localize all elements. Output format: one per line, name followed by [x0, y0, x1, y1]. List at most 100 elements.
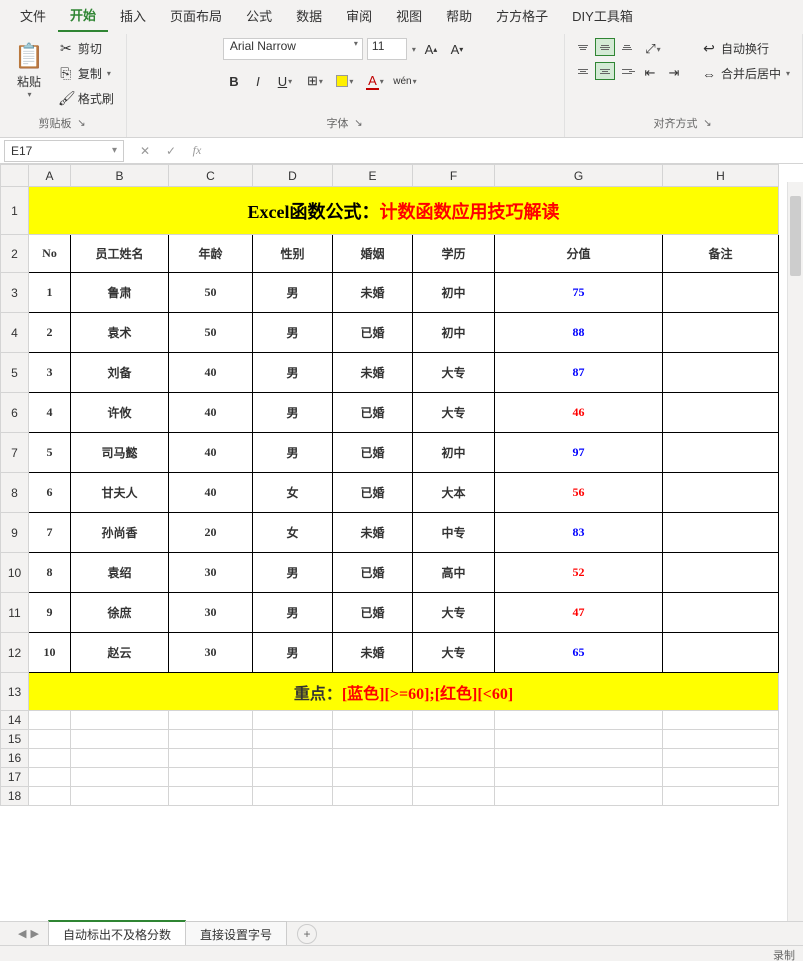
- row-header[interactable]: 2: [1, 235, 29, 273]
- row-header[interactable]: 10: [1, 553, 29, 593]
- align-center-button[interactable]: [595, 62, 615, 80]
- cell-gender[interactable]: 男: [253, 593, 333, 633]
- cell-score[interactable]: 56: [495, 473, 663, 513]
- empty-cell[interactable]: [495, 749, 663, 768]
- cell-no[interactable]: 3: [29, 353, 71, 393]
- empty-cell[interactable]: [71, 787, 169, 806]
- row-header[interactable]: 4: [1, 313, 29, 353]
- align-left-button[interactable]: [573, 62, 593, 80]
- italic-button[interactable]: I: [247, 70, 269, 92]
- empty-cell[interactable]: [495, 768, 663, 787]
- row-header[interactable]: 11: [1, 593, 29, 633]
- align-top-button[interactable]: [573, 38, 593, 56]
- row-header[interactable]: 6: [1, 393, 29, 433]
- column-header[interactable]: F: [413, 165, 495, 187]
- cell-education[interactable]: 大专: [413, 353, 495, 393]
- empty-cell[interactable]: [663, 730, 779, 749]
- cell-name[interactable]: 甘夫人: [71, 473, 169, 513]
- menu-help[interactable]: 帮助: [434, 0, 484, 31]
- cell-name[interactable]: 孙尚香: [71, 513, 169, 553]
- cell-education[interactable]: 初中: [413, 433, 495, 473]
- cell-marriage[interactable]: 已婚: [333, 393, 413, 433]
- row-header[interactable]: 7: [1, 433, 29, 473]
- cell-age[interactable]: 40: [169, 393, 253, 433]
- menu-formulas[interactable]: 公式: [234, 0, 284, 31]
- menu-page-layout[interactable]: 页面布局: [158, 0, 234, 31]
- increase-font-button[interactable]: A▴: [420, 38, 442, 60]
- cell-marriage[interactable]: 已婚: [333, 313, 413, 353]
- paste-button[interactable]: 📋 粘贴 ▾: [8, 38, 50, 103]
- formula-input[interactable]: [214, 140, 803, 162]
- font-name-select[interactable]: Arial Narrow▾: [223, 38, 363, 60]
- row-header[interactable]: 12: [1, 633, 29, 673]
- cell-remark[interactable]: [663, 593, 779, 633]
- column-header[interactable]: B: [71, 165, 169, 187]
- cell-remark[interactable]: [663, 553, 779, 593]
- column-header[interactable]: H: [663, 165, 779, 187]
- wrap-text-button[interactable]: ↩自动换行: [697, 38, 794, 59]
- cell-score[interactable]: 88: [495, 313, 663, 353]
- cell-remark[interactable]: [663, 633, 779, 673]
- menu-data[interactable]: 数据: [284, 0, 334, 31]
- accept-formula-button[interactable]: ✓: [162, 144, 180, 158]
- cell-age[interactable]: 40: [169, 433, 253, 473]
- empty-cell[interactable]: [413, 749, 495, 768]
- empty-cell[interactable]: [333, 768, 413, 787]
- cell-no[interactable]: 1: [29, 273, 71, 313]
- cell-education[interactable]: 大本: [413, 473, 495, 513]
- empty-cell[interactable]: [663, 711, 779, 730]
- name-box[interactable]: E17▾: [4, 140, 124, 162]
- cell-marriage[interactable]: 未婚: [333, 513, 413, 553]
- cell-name[interactable]: 许攸: [71, 393, 169, 433]
- row-header[interactable]: 9: [1, 513, 29, 553]
- orientation-button[interactable]: ⤢▾: [639, 38, 667, 60]
- add-sheet-button[interactable]: +: [297, 924, 317, 944]
- cell-no[interactable]: 2: [29, 313, 71, 353]
- cell-name[interactable]: 刘备: [71, 353, 169, 393]
- menu-home[interactable]: 开始: [58, 0, 108, 32]
- row-header[interactable]: 15: [1, 730, 29, 749]
- empty-cell[interactable]: [29, 730, 71, 749]
- empty-cell[interactable]: [253, 730, 333, 749]
- empty-cell[interactable]: [253, 787, 333, 806]
- cell-gender[interactable]: 男: [253, 633, 333, 673]
- cell-marriage[interactable]: 已婚: [333, 593, 413, 633]
- cell-score[interactable]: 97: [495, 433, 663, 473]
- empty-cell[interactable]: [71, 768, 169, 787]
- spreadsheet-grid[interactable]: A B C D E F G H 1 Excel函数公式：计数函数应用技巧解读 2…: [0, 164, 803, 894]
- cell-education[interactable]: 大专: [413, 633, 495, 673]
- empty-cell[interactable]: [413, 787, 495, 806]
- copy-button[interactable]: ⎘复制▾: [54, 63, 118, 84]
- cell-education[interactable]: 大专: [413, 593, 495, 633]
- cell-no[interactable]: 4: [29, 393, 71, 433]
- cell-gender[interactable]: 男: [253, 553, 333, 593]
- cell-score[interactable]: 83: [495, 513, 663, 553]
- format-painter-button[interactable]: 🖌格式刷: [54, 88, 118, 109]
- dialog-launcher-icon[interactable]: ↘: [75, 117, 87, 129]
- cell-education[interactable]: 大专: [413, 393, 495, 433]
- sheet-tab-1[interactable]: 自动标出不及格分数: [48, 920, 186, 947]
- empty-cell[interactable]: [71, 749, 169, 768]
- increase-indent-button[interactable]: ⇥: [663, 62, 685, 84]
- empty-cell[interactable]: [169, 768, 253, 787]
- menu-review[interactable]: 审阅: [334, 0, 384, 31]
- empty-cell[interactable]: [413, 768, 495, 787]
- dialog-launcher-icon[interactable]: ↘: [352, 117, 364, 129]
- empty-cell[interactable]: [333, 730, 413, 749]
- cell-no[interactable]: 8: [29, 553, 71, 593]
- empty-cell[interactable]: [169, 787, 253, 806]
- row-header[interactable]: 13: [1, 673, 29, 711]
- cell-remark[interactable]: [663, 393, 779, 433]
- cell-marriage[interactable]: 已婚: [333, 553, 413, 593]
- borders-button[interactable]: ⊞▾: [301, 70, 329, 92]
- cell-score[interactable]: 47: [495, 593, 663, 633]
- cell-gender[interactable]: 男: [253, 313, 333, 353]
- cell-age[interactable]: 30: [169, 553, 253, 593]
- empty-cell[interactable]: [169, 749, 253, 768]
- bold-button[interactable]: B: [223, 70, 245, 92]
- cell-no[interactable]: 10: [29, 633, 71, 673]
- cell-name[interactable]: 袁术: [71, 313, 169, 353]
- fill-color-button[interactable]: ▾: [331, 70, 359, 92]
- row-header[interactable]: 14: [1, 711, 29, 730]
- cell-remark[interactable]: [663, 513, 779, 553]
